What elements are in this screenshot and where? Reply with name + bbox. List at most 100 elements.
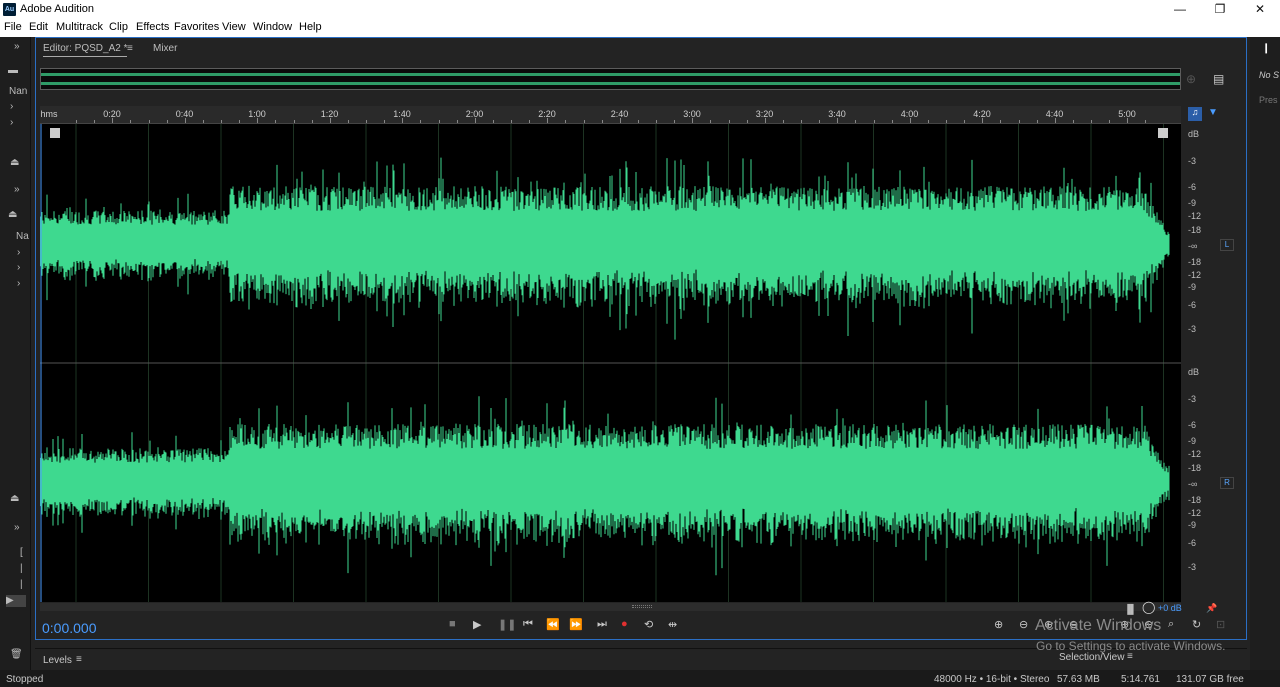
volume-knob-icon[interactable]: ◯ bbox=[1142, 600, 1155, 614]
expand-panel-icon[interactable]: » bbox=[14, 41, 20, 52]
import-icon[interactable]: ⏏ bbox=[10, 493, 19, 504]
gain-readout[interactable]: +0 dB bbox=[1158, 603, 1182, 613]
ruler-tick-line bbox=[347, 120, 349, 123]
ruler-tick-line bbox=[511, 120, 512, 123]
ruler-tick-line bbox=[221, 120, 222, 123]
menu-window[interactable]: Window bbox=[253, 21, 292, 33]
levels-menu-icon[interactable]: ≡ bbox=[76, 654, 82, 665]
chevron-right-icon[interactable]: › bbox=[17, 262, 20, 273]
skip-selection-button[interactable]: ⇹ bbox=[668, 618, 677, 631]
ruler-tick-line bbox=[492, 120, 494, 123]
import-icon[interactable]: ⏏ bbox=[10, 157, 19, 168]
chevron-right-icon[interactable]: › bbox=[10, 117, 13, 128]
panel-grip-icon[interactable]: ❙ bbox=[1262, 43, 1270, 54]
left-panel-dock: » ▬ Nan › › ⏏ » ⏏ Na › › › ⏏ » [ | | ▶ 🗑 bbox=[0, 37, 31, 670]
maximize-button[interactable]: ❐ bbox=[1200, 0, 1240, 20]
ruler-tick-line bbox=[130, 120, 131, 123]
menu-help[interactable]: Help bbox=[299, 21, 322, 33]
close-button[interactable]: ✕ bbox=[1240, 0, 1280, 20]
zoom-out-amplitude-icon[interactable]: ⊖ bbox=[1019, 618, 1028, 631]
ruler-tick-line bbox=[329, 118, 331, 123]
menu-favorites[interactable]: Favorites bbox=[174, 21, 219, 33]
headphone-icon[interactable]: ♫ bbox=[1188, 107, 1202, 121]
menu-multitrack[interactable]: Multitrack bbox=[56, 21, 103, 33]
chevron-right-icon[interactable]: › bbox=[17, 247, 20, 258]
expand-panel-icon[interactable]: » bbox=[14, 184, 20, 195]
ruler-tick-line bbox=[1000, 120, 1001, 123]
dock-icon[interactable]: ⏏ bbox=[8, 209, 17, 220]
ruler-tick-line bbox=[184, 118, 186, 123]
ruler-tick-line bbox=[166, 120, 168, 123]
zoom-selection-icon[interactable]: ⌕ bbox=[1168, 618, 1174, 631]
menu-effects[interactable]: Effects bbox=[136, 21, 169, 33]
play-small-icon[interactable]: ▶ bbox=[6, 595, 26, 607]
menu-file[interactable]: File bbox=[4, 21, 22, 33]
files-name-label: Nan bbox=[9, 86, 28, 97]
ruler-tick-line bbox=[837, 118, 838, 123]
horizontal-scrollbar[interactable] bbox=[40, 603, 1181, 611]
panel-menu-icon[interactable]: ≡ bbox=[127, 43, 133, 54]
fade-in-handle-icon[interactable] bbox=[50, 128, 60, 138]
fast-forward-button[interactable]: ⏩ bbox=[569, 618, 583, 631]
trash-icon[interactable]: 🗑 bbox=[10, 649, 23, 660]
editor-panel: Editor: PQSD_A2 * ≡ Mixer ⊕ ▤ hms 0:20 0:… bbox=[35, 37, 1247, 640]
db-label: -12 bbox=[1188, 211, 1202, 221]
ruler-tick-line bbox=[1109, 120, 1110, 123]
status-bar: Stopped 48000 Hz • 16-bit • Stereo 57.63… bbox=[0, 670, 1280, 687]
menu-clip[interactable]: Clip bbox=[109, 21, 128, 33]
ruler-tick-line bbox=[202, 120, 204, 123]
db-label: -6 bbox=[1188, 420, 1197, 430]
spectral-toggle-icon[interactable]: ▤ bbox=[1213, 72, 1224, 86]
zoom-in-amplitude-icon[interactable]: ⊕ bbox=[994, 618, 1003, 631]
overview-waveform[interactable] bbox=[40, 68, 1181, 90]
rewind-button[interactable]: ⏪ bbox=[546, 618, 560, 631]
open-folder-icon[interactable]: ▬ bbox=[8, 65, 18, 76]
ruler-tick-line bbox=[946, 120, 947, 123]
tab-mixer[interactable]: Mixer bbox=[153, 43, 177, 54]
skip-to-start-button[interactable]: ⏮ bbox=[523, 618, 533, 631]
channel-right-label[interactable]: R bbox=[1220, 477, 1234, 489]
ruler-tick-line bbox=[855, 120, 856, 123]
chevron-right-icon[interactable]: › bbox=[17, 278, 20, 289]
reset-zoom-icon[interactable]: ↻ bbox=[1192, 618, 1201, 631]
ruler-tick-line bbox=[529, 120, 530, 123]
pause-button[interactable]: ❚❚ bbox=[498, 618, 516, 631]
ruler-tick-line bbox=[746, 120, 748, 123]
ruler-tick-line bbox=[1054, 118, 1056, 123]
ruler-tick-line bbox=[656, 120, 657, 123]
ruler-tick-line bbox=[964, 120, 965, 123]
zoom-full-icon[interactable]: ⊡ bbox=[1216, 618, 1225, 631]
fade-out-handle-icon[interactable] bbox=[1158, 128, 1168, 138]
db-label: -∞ bbox=[1188, 241, 1198, 251]
current-time-display[interactable]: 0:00.000 bbox=[42, 620, 97, 636]
waveform-display[interactable] bbox=[40, 124, 1181, 602]
marker-pin-icon[interactable]: ▼ bbox=[1208, 107, 1218, 121]
zoom-navigator-icon[interactable]: ⊕ bbox=[1186, 72, 1196, 86]
file-size: 57.63 MB bbox=[1057, 674, 1100, 685]
window-title: Adobe Audition bbox=[20, 3, 95, 15]
expand-panel-icon[interactable]: » bbox=[14, 522, 20, 533]
record-button[interactable]: ● bbox=[621, 618, 628, 630]
db-label: -3 bbox=[1188, 156, 1197, 166]
play-button[interactable]: ▶ bbox=[473, 618, 481, 631]
minimize-button[interactable]: — bbox=[1160, 0, 1200, 20]
chevron-right-icon[interactable]: › bbox=[10, 101, 13, 112]
loop-button[interactable]: ⟲ bbox=[644, 618, 653, 631]
ruler-tick-line bbox=[909, 118, 911, 123]
levels-panel-tab[interactable]: Levels bbox=[43, 655, 72, 666]
sample-format: 48000 Hz • 16-bit • Stereo bbox=[934, 674, 1050, 685]
time-ruler[interactable]: hms 0:20 0:40 1:00 1:20 1:40 2:00 2:20 2:40 3:00… bbox=[40, 106, 1181, 124]
selection-view-tab[interactable]: Selection/View bbox=[1059, 652, 1124, 663]
skip-to-end-button[interactable]: ⏭ bbox=[597, 618, 607, 631]
playback-status: Stopped bbox=[6, 674, 44, 685]
ruler-tick-line bbox=[801, 120, 802, 123]
stop-button[interactable]: ■ bbox=[449, 618, 456, 630]
menu-edit[interactable]: Edit bbox=[29, 21, 48, 33]
tab-editor[interactable]: Editor: PQSD_A2 * bbox=[43, 43, 128, 57]
menu-view[interactable]: View bbox=[222, 21, 246, 33]
scroll-grip-icon[interactable] bbox=[632, 605, 652, 608]
pin-icon[interactable]: 📌 bbox=[1206, 603, 1217, 614]
ruler-tick-line bbox=[764, 118, 766, 123]
channel-left-label[interactable]: L bbox=[1220, 239, 1234, 251]
db-label: -18 bbox=[1188, 495, 1202, 505]
